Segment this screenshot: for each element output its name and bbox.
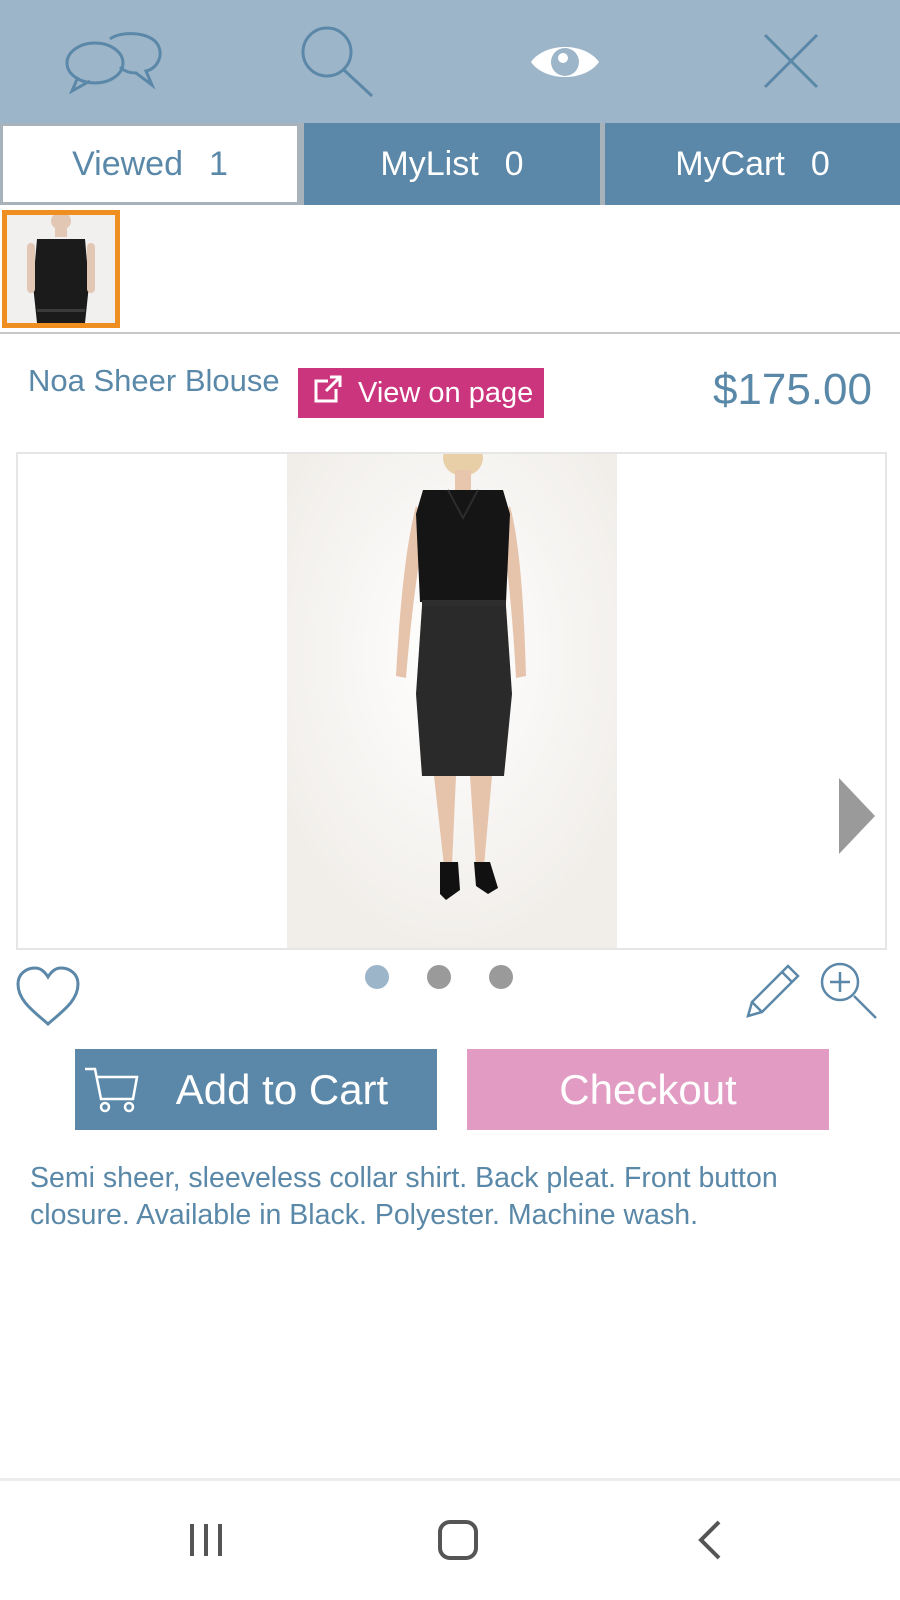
tab-mycart-label: MyCart [675,144,785,183]
chat-bubbles-icon[interactable] [58,22,166,100]
view-on-page-button[interactable]: View on page [298,368,544,418]
eye-icon[interactable] [527,36,602,88]
tab-mycart-count: 0 [810,144,830,183]
wishlist-heart-icon[interactable] [14,966,82,1028]
product-image-carousel[interactable] [16,452,887,950]
tab-mylist-count: 0 [504,144,524,183]
tab-bar: Viewed 1 MyList 0 MyCart 0 [0,123,900,205]
back-icon[interactable] [692,1516,728,1564]
viewed-item-thumbnail[interactable] [2,210,120,328]
checkout-label: Checkout [559,1065,737,1113]
cart-icon [83,1065,139,1125]
recent-apps-icon[interactable] [184,1518,228,1562]
add-to-cart-button[interactable]: Add to Cart [75,1049,437,1130]
search-icon[interactable] [295,22,379,102]
viewed-thumbnail-strip [0,205,900,334]
product-price: $175.00 [712,365,872,414]
product-name: Noa Sheer Blouse [28,363,280,398]
product-main-image [287,454,617,948]
checkout-button[interactable]: Checkout [467,1049,829,1130]
product-description: Semi sheer, sleeveless collar shirt. Bac… [30,1162,778,1231]
view-on-page-label: View on page [358,376,534,409]
carousel-dot-1[interactable] [365,965,389,989]
close-icon[interactable] [760,30,822,92]
edit-pencil-icon[interactable] [742,962,802,1022]
zoom-in-icon[interactable] [818,960,880,1020]
tab-viewed[interactable]: Viewed 1 [0,123,300,205]
product-thumbnail-image [7,215,115,323]
tab-mylist[interactable]: MyList 0 [304,123,600,205]
next-image-arrow[interactable] [837,778,877,854]
external-link-icon [314,375,342,411]
carousel-dot-3[interactable] [489,965,513,989]
tab-viewed-count: 1 [208,144,228,183]
home-icon[interactable] [434,1516,482,1564]
add-to-cart-label: Add to Cart [175,1065,389,1113]
carousel-dot-2[interactable] [427,965,451,989]
tab-viewed-label: Viewed [72,144,183,183]
tab-mycart[interactable]: MyCart 0 [605,123,900,205]
top-toolbar [0,0,900,123]
tab-mylist-label: MyList [380,144,479,183]
system-nav-divider [0,1478,900,1481]
carousel-indicators [365,965,513,989]
